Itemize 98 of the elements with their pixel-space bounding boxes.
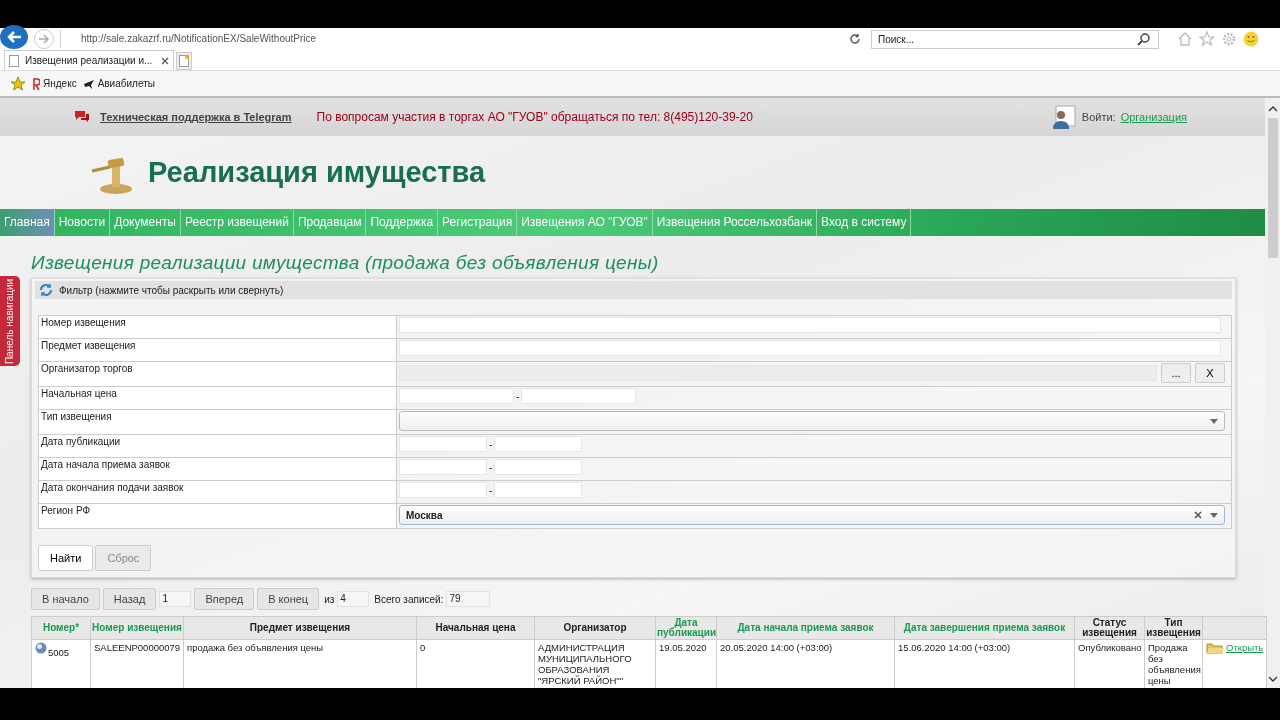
browser-tab[interactable]: Извещения реализации и... [4, 50, 174, 70]
favorite-link[interactable]: Яндекс [32, 77, 77, 90]
next-page-button[interactable]: Вперед [194, 588, 255, 610]
total-pages-field: 4 [337, 591, 370, 607]
favorite-link[interactable]: Авиабилеты [82, 77, 155, 90]
field-label: Дата окончания подачи заявок [38, 480, 397, 504]
column-header: Начальная цена [416, 616, 535, 640]
nav-item[interactable]: Поддержка [366, 209, 439, 236]
reset-button[interactable]: Сброс [95, 545, 152, 571]
field-label: Регион РФ [38, 503, 397, 529]
nav-item[interactable]: Реестр извещений [181, 209, 294, 236]
site-title: Реализация имущества [148, 156, 486, 189]
open-folder-icon[interactable] [1206, 642, 1224, 655]
column-header[interactable]: Номер* [31, 616, 91, 640]
nav-item[interactable]: Извещения Россельхозбанк [652, 209, 818, 236]
column-header: Статус извещения [1074, 616, 1145, 640]
login-link[interactable]: Организация [1120, 111, 1187, 123]
page-title: Извещения реализации имущества (продажа без объявления цены) [31, 252, 660, 274]
dropdown[interactable]: Москва [399, 505, 1225, 525]
star-icon[interactable] [1199, 31, 1215, 47]
field-label: Дата начала приема заявок [38, 457, 397, 481]
login-label: Войти: [1081, 111, 1116, 123]
input-field[interactable] [399, 482, 487, 498]
column-header: Организатор [534, 616, 656, 640]
input-field[interactable] [399, 340, 1221, 356]
nav-item[interactable]: Регистрация [438, 209, 518, 236]
range-separator: - [489, 461, 493, 473]
scroll-down-icon[interactable] [1267, 676, 1278, 682]
first-page-button[interactable]: В начало [31, 588, 100, 610]
page-field[interactable]: 1 [159, 591, 192, 607]
chat-icon [74, 110, 90, 124]
field-label: Предмет извещения [38, 338, 397, 362]
nav-item[interactable]: Продавцам [293, 209, 367, 236]
nav-item[interactable]: Главная [0, 209, 55, 236]
lookup-button[interactable]: ... [1161, 363, 1191, 383]
field-label: Организатор торгов [38, 361, 397, 387]
lookup-button[interactable]: X [1195, 363, 1225, 383]
settings-icon[interactable] [1221, 31, 1237, 47]
range-separator: - [489, 484, 493, 496]
previous-page-button[interactable]: Назад [102, 588, 157, 610]
search-field[interactable]: Поиск... [871, 29, 1159, 49]
field-label: Начальная цена [38, 386, 397, 410]
favorites-star-icon[interactable] [10, 75, 26, 92]
plane-icon [82, 77, 95, 90]
input-field[interactable] [521, 388, 637, 404]
input-field[interactable] [399, 388, 514, 404]
total-records-field: 79 [446, 591, 491, 607]
search-icon[interactable] [1137, 32, 1151, 46]
nav-item[interactable]: Вход в систему [817, 209, 912, 236]
refresh-icon[interactable] [849, 33, 861, 45]
find-button[interactable]: Найти [38, 545, 94, 571]
filter-header[interactable]: Фильтр (нажмите чтобы раскрыть или свернуть) [35, 281, 1232, 299]
nav-item[interactable]: Новости [54, 209, 111, 236]
page-icon [9, 54, 19, 67]
back-button[interactable] [0, 25, 28, 49]
address-bar[interactable]: http://sale.zakazrf.ru/NotificationEX/SaleWithoutPrice [60, 30, 841, 48]
column-header[interactable]: Номер извещения [90, 616, 184, 640]
new-tab-button[interactable] [176, 52, 192, 70]
input-field[interactable] [494, 436, 583, 452]
range-separator: - [516, 390, 520, 402]
letter-icon [32, 77, 40, 90]
forward-arrow-icon[interactable] [38, 34, 50, 44]
support-link[interactable]: Техническая поддержка в Telegram [100, 111, 292, 123]
column-header: Тип извещения [1144, 616, 1203, 640]
page-of-label: из [324, 593, 335, 605]
field-label: Дата публикации [38, 434, 397, 458]
last-page-button[interactable]: В конец [257, 588, 320, 610]
input-field[interactable] [399, 436, 487, 452]
column-header: Предмет извещения [183, 616, 417, 640]
forward-button[interactable] [34, 29, 54, 49]
scroll-thumb[interactable] [1267, 118, 1278, 258]
dropdown-arrow-icon [1210, 418, 1218, 424]
input-field[interactable] [399, 317, 1221, 333]
open-link[interactable]: Открыть [1226, 642, 1264, 653]
dropdown-arrow-icon [1210, 512, 1218, 518]
globe-icon [35, 642, 47, 654]
refresh-icon [39, 283, 53, 297]
total-records-label: Всего записей: [374, 593, 444, 605]
scroll-up-icon[interactable] [1267, 106, 1278, 112]
column-header[interactable]: Дата завершения приема заявок [894, 616, 1075, 640]
smiley-icon[interactable] [1243, 31, 1259, 47]
close-icon[interactable] [161, 56, 169, 65]
contact-notice: По вопросам участия в торгах АО "ГУОВ" обращаться по тел: 8(495)120-39-20 [316, 110, 753, 124]
field-label: Тип извещения [38, 409, 397, 435]
home-icon[interactable] [1177, 31, 1193, 47]
range-separator: - [489, 438, 493, 450]
input-field[interactable] [399, 459, 487, 475]
back-arrow-icon[interactable] [6, 30, 22, 44]
column-header[interactable]: Дата начала приема заявок [716, 616, 895, 640]
clear-icon[interactable] [1194, 511, 1202, 519]
input-field[interactable] [494, 459, 583, 475]
field-label: Номер извещения [38, 315, 397, 339]
navigation-panel-tab[interactable]: Панель навигации [0, 276, 20, 366]
nav-item[interactable]: Извещения АО "ГУОВ" [517, 209, 653, 236]
nav-item[interactable]: Документы [110, 209, 181, 236]
dropdown[interactable] [399, 411, 1225, 431]
column-header[interactable]: Дата публикации [655, 616, 717, 640]
input-field[interactable] [494, 482, 583, 498]
